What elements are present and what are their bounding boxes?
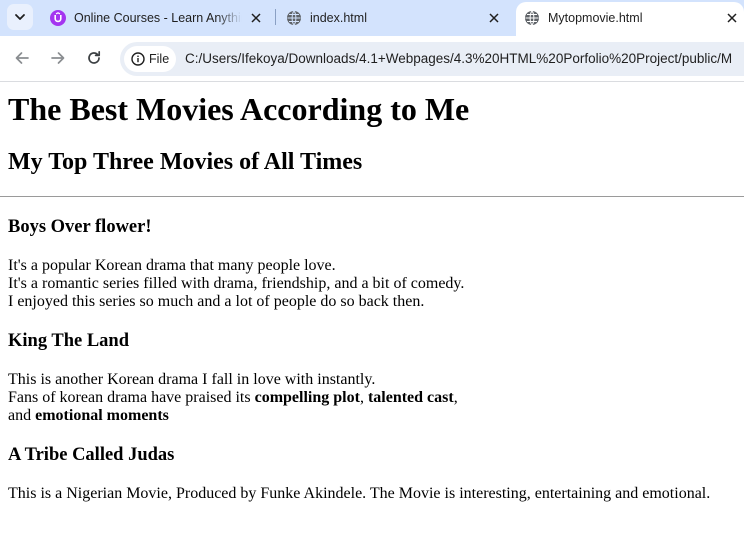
page-content: The Best Movies According to Me My Top T… — [0, 83, 744, 540]
movie-title-a-tribe-called-judas: A Tribe Called Judas — [8, 445, 175, 465]
tab-mytopmovie-html[interactable]: Mytopmovie.html — [516, 2, 744, 36]
bold-phrase: compelling plot — [254, 389, 360, 406]
forward-button[interactable] — [48, 48, 68, 68]
reload-icon — [88, 50, 101, 64]
tab-title: Mytopmovie.html — [548, 11, 643, 25]
page-title: The Best Movies According to Me — [8, 91, 470, 127]
tab-title: Online Courses - Learn Anything — [74, 11, 242, 25]
movie-description-line: This is a Nigerian Movie, Produced by Fu… — [8, 485, 711, 502]
tab-title: index.html — [310, 11, 367, 25]
site-info-chip[interactable]: File — [124, 46, 176, 72]
arrow-right-icon — [51, 52, 65, 64]
movie-title-king-the-land: King The Land — [8, 331, 129, 351]
tab-search-button[interactable] — [7, 4, 33, 30]
bold-phrase: emotional moments — [35, 407, 169, 424]
security-chip-label: File — [149, 52, 170, 66]
chevron-down-icon — [15, 14, 25, 20]
movie-description-line: This is another Korean drama I fall in l… — [8, 371, 376, 388]
movie-description-line: Fans of korean drama have praised its co… — [8, 389, 458, 407]
reload-button[interactable] — [84, 48, 104, 68]
movie-description-line: It's a popular Korean drama that many pe… — [8, 257, 336, 274]
tab-strip: Online Courses - Learn Anything index.ht… — [0, 0, 744, 36]
movie-title-boys-over-flower: Boys Over flower! — [8, 217, 152, 237]
globe-icon — [287, 10, 301, 26]
info-icon — [131, 52, 145, 66]
movie-description-line: and emotional moments — [8, 407, 169, 425]
text-fragment: , — [359, 389, 368, 406]
tab-online-courses[interactable]: Online Courses - Learn Anything — [38, 2, 274, 36]
close-tab-icon[interactable] — [486, 10, 502, 26]
udemy-logo-icon — [50, 10, 66, 26]
close-tab-icon[interactable] — [248, 10, 264, 26]
movie-description-line: I enjoyed this series so much and a lot … — [8, 293, 425, 310]
text-fragment: and — [8, 407, 36, 424]
bold-phrase: talented cast — [367, 389, 454, 406]
divider — [0, 196, 744, 197]
address-bar[interactable]: File C:/Users/Ifekoya/Downloads/4.1+Webp… — [120, 42, 744, 76]
tab-index-html[interactable]: index.html — [274, 2, 514, 36]
back-button[interactable] — [12, 48, 32, 68]
text-fragment: Fans of korean drama have praised its — [8, 389, 255, 406]
arrow-left-icon — [15, 52, 29, 64]
close-tab-icon[interactable] — [724, 10, 740, 26]
movie-description-line: It's a romantic series filled with drama… — [8, 275, 465, 292]
browser-toolbar: File C:/Users/Ifekoya/Downloads/4.1+Webp… — [0, 36, 744, 82]
text-fragment: , — [453, 389, 458, 406]
url-text[interactable]: C:/Users/Ifekoya/Downloads/4.1+Webpages/… — [185, 51, 732, 66]
page-subtitle: My Top Three Movies of All Times — [8, 149, 363, 175]
globe-icon — [525, 10, 539, 26]
